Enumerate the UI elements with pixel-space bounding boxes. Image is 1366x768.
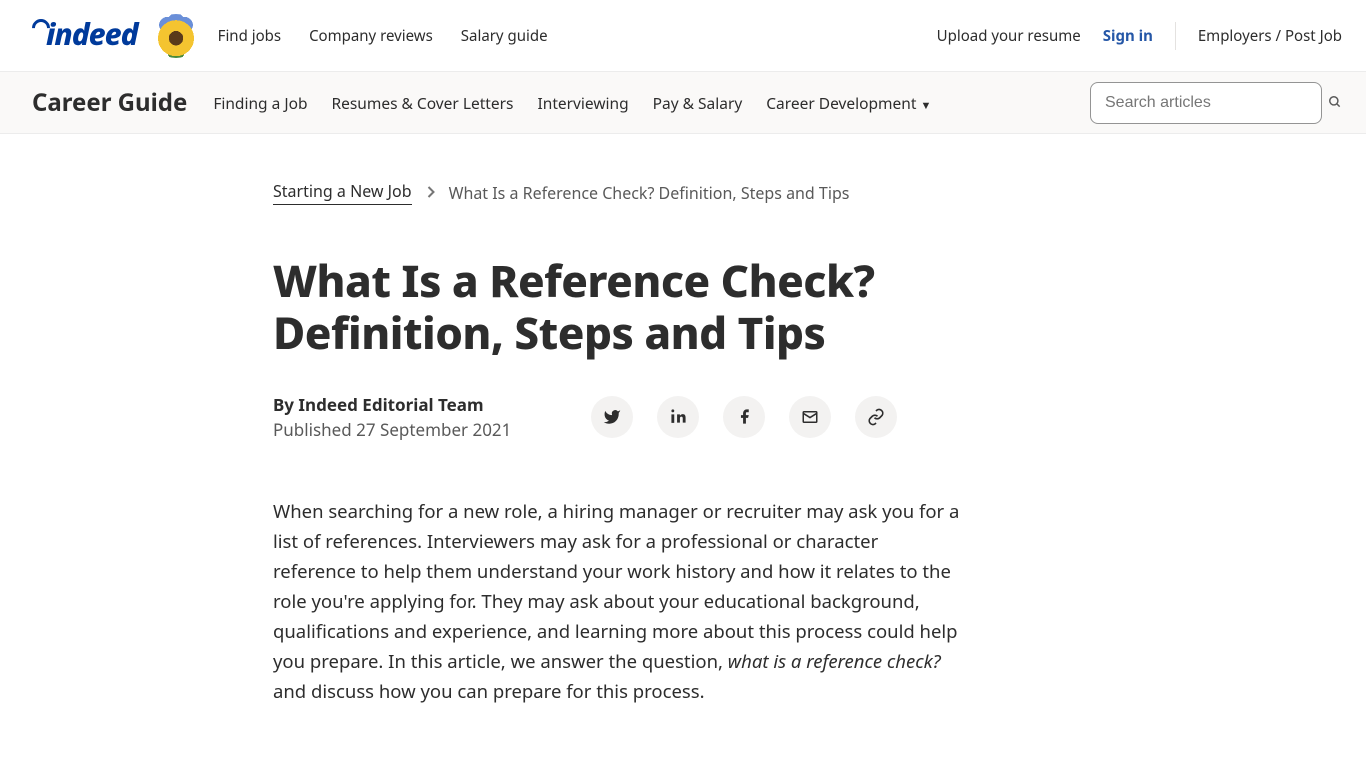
share-buttons — [591, 396, 897, 438]
article-body: When searching for a new role, a hiring … — [273, 497, 963, 707]
article-title: What Is a Reference Check? Definition, S… — [273, 255, 1093, 359]
sunflower-icon[interactable] — [154, 14, 198, 58]
search-wrap — [1090, 82, 1342, 124]
career-guide-nav: Career Guide Finding a Job Resumes & Cov… — [0, 72, 1366, 134]
subnav-resumes[interactable]: Resumes & Cover Letters — [331, 92, 513, 114]
indeed-logo[interactable]: indeed — [28, 13, 138, 54]
nav-salary-guide[interactable]: Salary guide — [461, 26, 548, 46]
subnav-finding-job[interactable]: Finding a Job — [213, 92, 307, 114]
copy-link-icon[interactable] — [855, 396, 897, 438]
career-guide-title[interactable]: Career Guide — [32, 86, 187, 119]
chevron-down-icon: ▼ — [920, 98, 931, 113]
search-icon[interactable] — [1328, 92, 1342, 114]
breadcrumb: Starting a New Job What Is a Reference C… — [273, 180, 1093, 205]
linkedin-icon[interactable] — [657, 396, 699, 438]
top-nav: indeed Find jobs Company reviews Salary … — [0, 0, 1366, 72]
body-text-before: When searching for a new role, a hiring … — [273, 499, 959, 674]
email-icon[interactable] — [789, 396, 831, 438]
meta-row: By Indeed Editorial Team Published 27 Se… — [273, 393, 1093, 441]
sign-in-link[interactable]: Sign in — [1103, 26, 1153, 46]
facebook-icon[interactable] — [723, 396, 765, 438]
breadcrumb-current: What Is a Reference Check? Definition, S… — [449, 182, 850, 204]
twitter-icon[interactable] — [591, 396, 633, 438]
search-input[interactable] — [1090, 82, 1322, 124]
career-guide-links: Finding a Job Resumes & Cover Letters In… — [213, 92, 931, 114]
byline: By Indeed Editorial Team Published 27 Se… — [273, 393, 511, 441]
top-primary-links: Find jobs Company reviews Salary guide — [218, 26, 548, 46]
body-text-after: and discuss how you can prepare for this… — [273, 679, 705, 704]
body-em: what is a reference check? — [728, 649, 941, 674]
breadcrumb-parent[interactable]: Starting a New Job — [273, 180, 412, 205]
publish-date: Published 27 September 2021 — [273, 418, 511, 441]
nav-company-reviews[interactable]: Company reviews — [309, 26, 433, 46]
employers-link[interactable]: Employers / Post Job — [1198, 26, 1342, 46]
subnav-pay-salary[interactable]: Pay & Salary — [653, 92, 743, 114]
author: By Indeed Editorial Team — [273, 393, 511, 416]
article: Starting a New Job What Is a Reference C… — [273, 134, 1093, 707]
top-right-links: Upload your resume Sign in Employers / P… — [937, 22, 1342, 50]
subnav-career-dev[interactable]: Career Development ▼ — [766, 92, 931, 114]
nav-find-jobs[interactable]: Find jobs — [218, 26, 281, 46]
logo-text: indeed — [46, 13, 138, 54]
subnav-interviewing[interactable]: Interviewing — [537, 92, 628, 114]
vertical-divider — [1175, 22, 1176, 50]
subnav-career-dev-label: Career Development — [766, 92, 916, 114]
chevron-right-icon — [426, 184, 435, 202]
upload-resume-link[interactable]: Upload your resume — [937, 26, 1081, 46]
